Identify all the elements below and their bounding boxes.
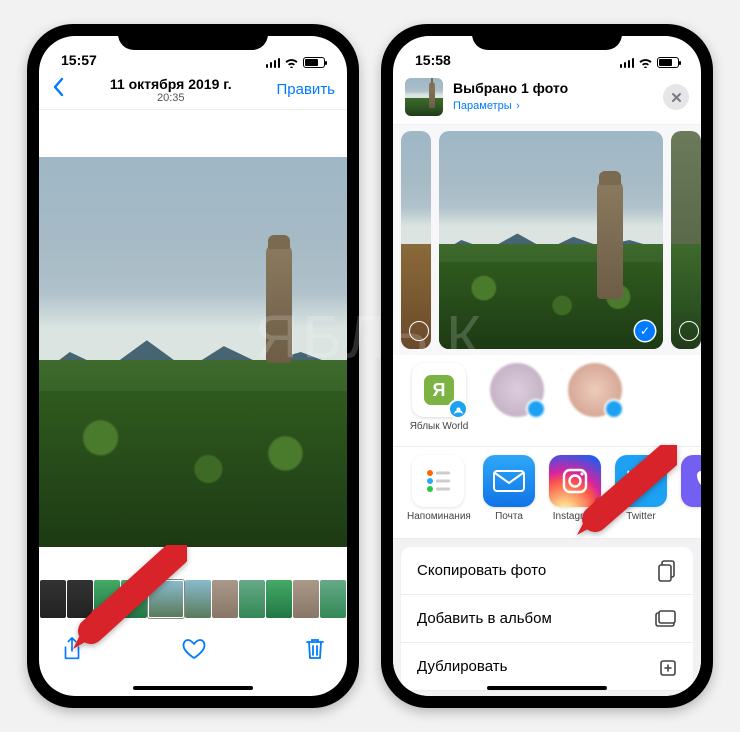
nav-title: 11 октября 2019 г. 20:35 — [65, 76, 277, 104]
phone-right: 15:58 Выбрано 1 фото Параметры › — [381, 24, 713, 708]
airdrop-contact[interactable]: Я Яблык World — [409, 363, 469, 438]
edit-button[interactable]: Править — [277, 81, 336, 98]
share-button[interactable] — [61, 636, 83, 662]
photo-date: 11 октября 2019 г. — [65, 76, 277, 92]
close-button[interactable] — [663, 84, 689, 110]
thumb-selected[interactable] — [148, 580, 184, 618]
thumb[interactable] — [185, 580, 211, 618]
action-label: Скопировать фото — [417, 562, 546, 579]
mail-icon — [483, 455, 535, 507]
notch — [472, 24, 622, 50]
wifi-icon — [638, 57, 653, 68]
cellular-icon — [620, 58, 635, 68]
status-time: 15:58 — [415, 52, 451, 68]
thumb[interactable] — [67, 580, 93, 618]
app-label: Instagram — [549, 511, 601, 522]
status-icons — [620, 57, 680, 68]
battery-icon — [657, 57, 679, 68]
app-icon — [681, 455, 701, 507]
airdrop-label: Яблык World — [409, 421, 469, 432]
airdrop-contact[interactable] — [487, 363, 547, 438]
action-label: Добавить в альбом — [417, 610, 552, 627]
apps-row[interactable]: Напоминания Почта Instagram — [393, 447, 701, 539]
thumb[interactable] — [94, 580, 120, 618]
thumb[interactable] — [320, 580, 346, 618]
checkmark-icon[interactable]: ✓ — [635, 321, 655, 341]
share-sheet-header: Выбрано 1 фото Параметры › — [393, 70, 701, 125]
share-app-more[interactable] — [681, 455, 701, 530]
airdrop-icon — [526, 399, 546, 419]
status-time: 15:57 — [61, 52, 97, 68]
sheet-thumbnail — [405, 78, 443, 116]
select-circle-icon[interactable] — [409, 321, 429, 341]
sheet-options-button[interactable]: Параметры › — [453, 96, 568, 114]
filmstrip[interactable] — [39, 574, 347, 624]
action-duplicate[interactable]: Дублировать — [401, 643, 693, 691]
airdrop-row[interactable]: Я Яблык World — [393, 355, 701, 447]
action-add-to-album[interactable]: Добавить в альбом — [401, 595, 693, 643]
thumb[interactable] — [266, 580, 292, 618]
favorite-button[interactable] — [182, 638, 206, 660]
app-label: Twitter — [615, 511, 667, 522]
preview-thumb[interactable] — [401, 131, 431, 349]
home-indicator[interactable] — [133, 686, 253, 690]
share-app-mail[interactable]: Почта — [483, 455, 535, 530]
action-label: Дублировать — [417, 658, 507, 675]
airdrop-icon — [604, 399, 624, 419]
nav-bar: 11 октября 2019 г. 20:35 Править — [39, 70, 347, 110]
thumb[interactable] — [239, 580, 265, 618]
thumb[interactable] — [121, 580, 147, 618]
thumb[interactable] — [212, 580, 238, 618]
share-app-instagram[interactable]: Instagram — [549, 455, 601, 530]
status-icons — [266, 57, 326, 68]
wifi-icon — [284, 57, 299, 68]
photo-time: 20:35 — [65, 92, 277, 104]
phone-left: 15:57 11 октября 2019 г. 20:35 Править — [27, 24, 359, 708]
preview-row[interactable]: ✓ — [393, 125, 701, 355]
duplicate-icon — [657, 657, 677, 677]
select-circle-icon[interactable] — [679, 321, 699, 341]
share-app-reminders[interactable]: Напоминания — [407, 455, 469, 530]
notch — [118, 24, 268, 50]
battery-icon — [303, 57, 325, 68]
trash-button[interactable] — [305, 637, 325, 661]
instagram-icon — [549, 455, 601, 507]
photo-viewer[interactable] — [39, 110, 347, 574]
app-label: Напоминания — [407, 511, 469, 522]
preview-thumb[interactable] — [671, 131, 701, 349]
copy-icon — [657, 560, 677, 582]
airdrop-icon — [448, 399, 468, 419]
twitter-icon — [615, 455, 667, 507]
preview-thumb-selected[interactable]: ✓ — [439, 131, 663, 349]
home-indicator[interactable] — [487, 686, 607, 690]
toolbar — [39, 624, 347, 674]
actions-list: Скопировать фото Добавить в альбом Дубли… — [393, 539, 701, 696]
back-button[interactable] — [51, 76, 65, 104]
thumb[interactable] — [40, 580, 66, 618]
svg-text:Я: Я — [433, 380, 446, 400]
cellular-icon — [266, 58, 281, 68]
photo-content — [39, 157, 347, 547]
album-icon — [655, 610, 677, 628]
airdrop-contact[interactable] — [565, 363, 625, 438]
sheet-title: Выбрано 1 фото — [453, 80, 568, 96]
thumb[interactable] — [293, 580, 319, 618]
reminders-icon — [412, 455, 464, 507]
chevron-right-icon: › — [516, 100, 520, 112]
share-app-twitter[interactable]: Twitter — [615, 455, 667, 530]
app-label: Почта — [483, 511, 535, 522]
action-copy-photo[interactable]: Скопировать фото — [401, 547, 693, 595]
